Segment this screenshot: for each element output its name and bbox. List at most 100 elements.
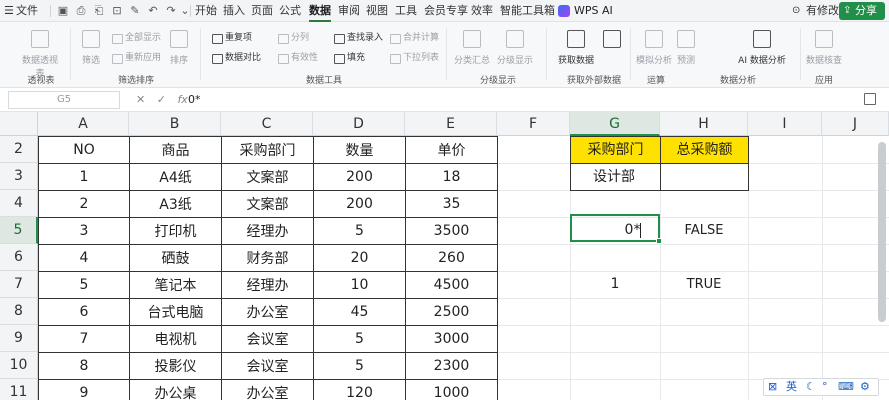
column-header-g[interactable]: G	[570, 112, 660, 136]
table-cell[interactable]: 2	[38, 190, 130, 218]
table-cell[interactable]: 办公室	[221, 298, 314, 326]
name-box[interactable]: G5	[8, 91, 120, 109]
duplicates-button[interactable]: 重复项	[212, 31, 252, 45]
table-cell[interactable]: 260	[405, 244, 498, 272]
table-cell[interactable]: 文案部	[221, 163, 314, 191]
formula-input[interactable]: 0*	[188, 92, 201, 108]
table-cell[interactable]: 7	[38, 325, 130, 353]
refresh-button[interactable]	[602, 30, 622, 48]
table-cell[interactable]: 经理办	[221, 271, 314, 299]
ime-logo-icon[interactable]: ⊠	[768, 379, 777, 395]
fill-handle[interactable]	[656, 238, 662, 244]
header-cell-price[interactable]: 单价	[405, 136, 498, 164]
column-header-b[interactable]: B	[129, 112, 221, 136]
table-cell[interactable]: 20	[313, 244, 406, 272]
table-cell[interactable]: 1000	[405, 379, 498, 400]
row-header-2[interactable]: 2	[0, 136, 38, 163]
table-cell[interactable]: 4500	[405, 271, 498, 299]
keyboard-icon[interactable]: ⌨	[838, 379, 854, 395]
table-cell[interactable]: 5	[313, 352, 406, 380]
split-column-button[interactable]: 分列	[278, 31, 309, 45]
table-cell[interactable]: A4纸	[129, 163, 222, 191]
tab-smart-toolbox[interactable]: 智能工具箱	[500, 3, 555, 19]
simulate-button[interactable]: 模拟分析	[636, 30, 672, 66]
tab-home[interactable]: 开始	[195, 3, 217, 19]
share-button[interactable]: ⇪ 分享	[839, 2, 885, 20]
review-changes-button[interactable]: ⊙ 有修改	[792, 3, 839, 19]
table-cell[interactable]: 200	[313, 163, 406, 191]
confirm-icon[interactable]: ✓	[157, 93, 166, 106]
criteria-header-total[interactable]: 总采购额	[660, 136, 749, 164]
table-cell[interactable]: 会议室	[221, 352, 314, 380]
dropdown-list-button[interactable]: 下拉列表	[390, 51, 439, 65]
spreadsheet-grid[interactable]: A B C D E F G H I J 2 3 4 5 6 7 8 9 10 1…	[0, 112, 889, 400]
tab-view[interactable]: 视图	[366, 3, 388, 19]
header-cell-product[interactable]: 商品	[129, 136, 222, 164]
get-data-button[interactable]: 获取数据	[552, 30, 600, 66]
redo-icon[interactable]: ↷	[164, 4, 178, 18]
sort-button[interactable]: 排序	[166, 30, 192, 66]
tab-page[interactable]: 页面	[251, 3, 273, 19]
table-cell[interactable]: 打印机	[129, 217, 222, 245]
tab-review[interactable]: 审阅	[338, 3, 360, 19]
reapply-button[interactable]: 重新应用	[112, 51, 161, 65]
table-cell[interactable]: 3000	[405, 325, 498, 353]
table-cell[interactable]: 1	[38, 163, 130, 191]
column-header-e[interactable]: E	[405, 112, 497, 136]
cell-h7[interactable]: TRUE	[660, 271, 748, 298]
table-cell[interactable]: 18	[405, 163, 498, 191]
wps-ai-button[interactable]: WPS AI	[558, 2, 613, 20]
table-cell[interactable]: 办公室	[221, 379, 314, 400]
expand-formula-bar-icon[interactable]	[864, 93, 876, 105]
column-header-a[interactable]: A	[38, 112, 129, 136]
table-cell[interactable]: A3纸	[129, 190, 222, 218]
table-cell[interactable]: 台式电脑	[129, 298, 222, 326]
table-cell[interactable]: 5	[38, 271, 130, 299]
save-icon[interactable]: ▣	[56, 4, 70, 18]
table-cell[interactable]: 8	[38, 352, 130, 380]
table-cell[interactable]: 2300	[405, 352, 498, 380]
fill-button[interactable]: 填充	[334, 51, 365, 65]
settings-icon[interactable]: ⚙	[860, 379, 870, 395]
vertical-scrollbar[interactable]	[878, 142, 886, 322]
row-header-11[interactable]: 11	[0, 379, 38, 400]
file-menu[interactable]: 文件	[16, 3, 38, 19]
tab-efficiency[interactable]: 效率	[471, 3, 493, 19]
group-show-button[interactable]: 分级显示	[494, 30, 536, 66]
header-cell-quantity[interactable]: 数量	[313, 136, 406, 164]
row-header-3[interactable]: 3	[0, 163, 38, 190]
header-cell-no[interactable]: NO	[38, 136, 130, 164]
punctuation-icon[interactable]: °	[822, 379, 828, 395]
column-header-i[interactable]: I	[748, 112, 822, 136]
tab-tools[interactable]: 工具	[395, 3, 417, 19]
table-cell[interactable]: 3	[38, 217, 130, 245]
table-cell[interactable]: 文案部	[221, 190, 314, 218]
ime-language-toggle[interactable]: 英	[786, 379, 797, 395]
table-cell[interactable]: 投影仪	[129, 352, 222, 380]
table-cell[interactable]: 硒鼓	[129, 244, 222, 272]
tab-member[interactable]: 会员专享	[424, 3, 468, 19]
cancel-icon[interactable]: ✕	[136, 93, 145, 106]
print-icon[interactable]: ⎗	[92, 4, 106, 18]
table-cell[interactable]: 200	[313, 190, 406, 218]
print-preview-icon[interactable]: ⊡	[110, 4, 124, 18]
tab-formula[interactable]: 公式	[279, 3, 301, 19]
row-header-10[interactable]: 10	[0, 352, 38, 379]
table-cell[interactable]: 4	[38, 244, 130, 272]
cell-g7[interactable]: 1	[570, 271, 660, 298]
table-cell[interactable]: 电视机	[129, 325, 222, 353]
validity-button[interactable]: 有效性	[278, 51, 318, 65]
subtotal-button[interactable]: 分类汇总	[452, 30, 492, 66]
table-cell[interactable]: 5	[313, 217, 406, 245]
filter-button[interactable]: 筛选	[78, 30, 104, 66]
select-all-corner[interactable]	[0, 112, 38, 136]
hamburger-icon[interactable]: ☰	[4, 3, 14, 19]
tab-insert[interactable]: 插入	[223, 3, 245, 19]
consolidate-button[interactable]: 合并计算	[390, 31, 439, 45]
row-header-7[interactable]: 7	[0, 271, 38, 298]
row-header-5[interactable]: 5	[0, 217, 38, 244]
format-painter-icon[interactable]: ✎	[128, 4, 142, 18]
row-header-4[interactable]: 4	[0, 190, 38, 217]
row-header-9[interactable]: 9	[0, 325, 38, 352]
compare-button[interactable]: 数据对比	[212, 51, 261, 65]
